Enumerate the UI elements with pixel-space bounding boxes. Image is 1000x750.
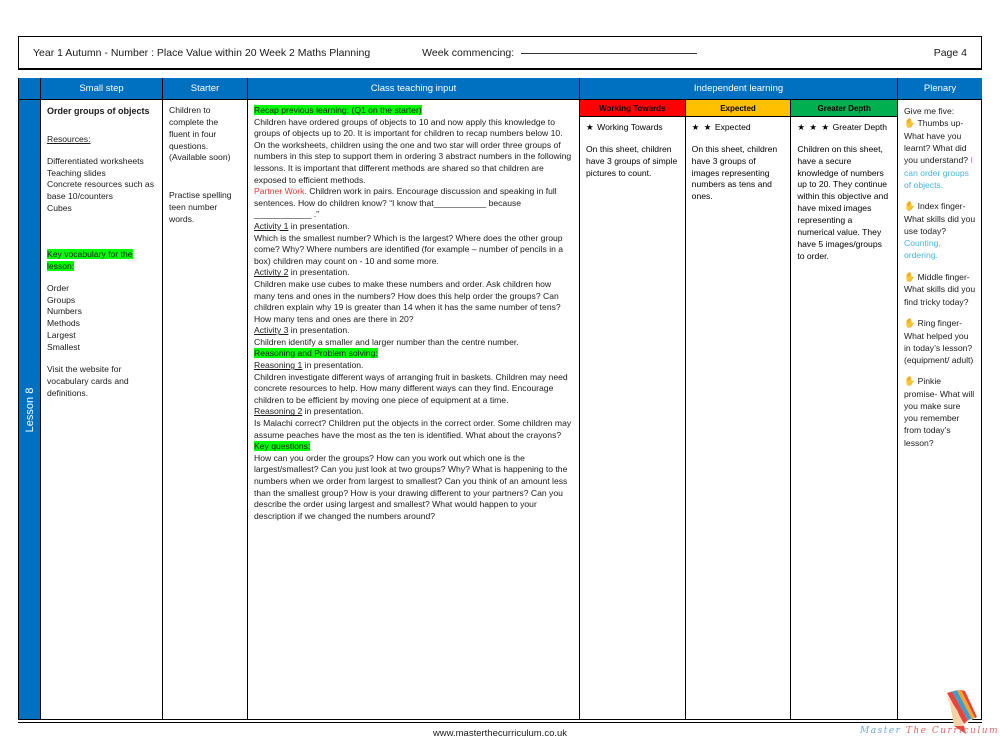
column-header-small-step: Small step [41,78,163,100]
hand-icon: ✋ [904,271,916,282]
reasoning-1-body: Children investigate different ways of a… [254,371,568,405]
plenary-question: Middle finger- What skills did you find … [904,271,976,307]
cell-small-step: Order groups of objects Resources: Diffe… [41,100,163,719]
recap-body: Children have ordered groups of objects … [254,116,572,185]
logo-wordmark: Master The Curriculum [860,726,999,736]
starter-paragraph-2: Practise spelling teen number words. [169,190,232,225]
independent-column-greater-depth: Greater Depth ★ ★ ★ Greater Depth Childr… [791,100,898,719]
reasoning-2-body: Is Malachi correct? Children put the obj… [254,418,572,440]
week-commencing-blank-line [521,52,698,54]
table-header-row: Small step Starter Class teaching input … [19,78,982,100]
activity-3-label: Activity 3 [254,325,289,336]
band-header-expected: Expected [685,100,791,117]
footer-divider [18,722,982,723]
resources-heading: Resources: [47,134,91,145]
band-name-working-towards: Working Towards [597,122,663,132]
column-header-independent-learning: Independent learning [580,78,898,100]
plenary-question: Index finger- What skills did you use to… [904,200,976,236]
starter-paragraph-1: Children to complete the fluent in four … [169,105,231,163]
brand-logo: Master The Curriculum [856,688,998,746]
key-vocabulary-list: Order Groups Numbers Methods Largest Sma… [47,282,82,353]
page-title: Year 1 Autumn - Number : Place Value wit… [33,46,371,59]
plenary-question: Ring finger- What helped you in today’s … [904,317,974,365]
partner-work-label: Partner Work. [254,186,307,197]
plenary-intro: Give me five: [904,106,955,116]
footer-website-url: www.masterthecurriculum.co.uk [432,728,568,739]
hand-icon: ✋ [904,317,916,328]
activity-1-label: Activity 1 [254,220,289,231]
activity-2-suffix: in presentation. [288,267,350,278]
activity-3-suffix: in presentation. [288,325,350,336]
band-name-greater-depth: Greater Depth [832,122,888,132]
planning-table: Small step Starter Class teaching input … [18,78,982,720]
week-commencing-text: Week commencing: [422,46,515,59]
column-header-lesson [19,78,41,100]
week-commencing-label: Week commencing: [422,46,698,59]
plenary-item: ✋ Middle finger- What skills did you fin… [904,271,976,308]
activity-2-label: Activity 2 [254,267,289,278]
plenary-item: ✋ Ring finger- What helped you in today’… [904,317,976,366]
logo-word-master: Master [860,726,902,736]
activity-1-suffix: in presentation. [288,220,350,231]
pencil-logo-icon [946,690,977,734]
key-questions-heading: Key questions: [254,441,311,452]
plenary-item: ✋ Thumbs up- What have you learnt? What … [904,117,976,191]
cell-starter: Children to complete the fluent in four … [163,100,248,719]
hand-icon: ✋ [904,200,916,211]
cell-class-teaching-input: Recap previous learning: (Q1 on the star… [248,100,580,719]
recap-heading: Recap previous learning: (Q1 on the star… [254,105,422,115]
band-label-greater-depth: ★ ★ ★ Greater Depth [797,122,891,134]
resources-list: Differentiated worksheets Teaching slide… [47,155,154,214]
lesson-label: Lesson 8 [23,387,36,432]
hand-icon: ✋ [904,118,916,129]
activity-1-body: Which is the smallest number? Which is t… [254,232,564,266]
cell-independent-learning: Working Towards ★ Working Towards On thi… [580,100,898,719]
band-label-working-towards: ★ Working Towards [586,122,679,134]
reasoning-heading: Reasoning and Problem solving: [254,348,378,359]
document-header: Year 1 Autumn - Number : Place Value wit… [18,36,982,70]
reasoning-2-label: Reasoning 2 [254,406,303,417]
logo-word-the: The [905,726,928,736]
band-body-greater-depth: Children on this sheet, have a secure kn… [797,143,889,261]
reasoning-1-label: Reasoning 1 [254,360,303,371]
lesson-label-bar: Lesson 8 [19,100,41,719]
band-name-expected: Expected [714,122,751,132]
band-header-greater-depth: Greater Depth [791,100,898,117]
star-rating-icon: ★ [586,122,595,132]
small-step-title: Order groups of objects [47,106,150,116]
activity-2-body: Children make use cubes to make these nu… [254,278,561,324]
page-number: Page 4 [933,46,967,59]
column-header-class-teaching-input: Class teaching input [248,78,580,100]
planning-page: Year 1 Autumn - Number : Place Value wit… [0,0,1000,750]
independent-column-working-towards: Working Towards ★ Working Towards On thi… [580,100,686,719]
vocabulary-note: Visit the website for vocabulary cards a… [47,363,129,398]
plenary-item: ✋ Pinkie promise- What will you make sur… [904,375,976,449]
independent-column-expected: Expected ★ ★ Expected On this sheet, chi… [685,100,792,719]
key-vocabulary-heading: Key vocabulary for the lesson: [47,249,133,271]
band-body-working-towards: On this sheet, children have 3 groups of… [586,143,678,178]
star-rating-icon: ★ ★ [691,122,713,132]
logo-word-curriculum: Curriculum [931,726,1000,736]
band-label-expected: ★ ★ Expected [692,122,785,134]
reasoning-1-suffix: in presentation. [302,360,364,371]
activity-3-body: Children identify a smaller and larger n… [254,336,519,347]
hand-icon: ✋ [904,376,916,387]
cell-plenary: Give me five: ✋ Thumbs up- What have you… [898,100,982,719]
plenary-answer: Counting, ordering. [904,238,941,261]
column-header-starter: Starter [163,78,248,100]
key-questions-body: How can you order the groups? How can yo… [254,452,568,521]
star-rating-icon: ★ ★ ★ [797,122,831,132]
plenary-question: Pinkie promise- What will you make sure … [904,376,975,448]
column-header-plenary: Plenary [898,78,982,100]
band-header-working-towards: Working Towards [580,100,685,117]
table-body-row: Lesson 8 Order groups of objects Resourc… [19,100,981,719]
band-body-expected: On this sheet, children have 3 groups of… [691,143,778,202]
reasoning-2-suffix: in presentation. [302,406,364,417]
plenary-item: ✋ Index finger- What skills did you use … [904,200,976,262]
